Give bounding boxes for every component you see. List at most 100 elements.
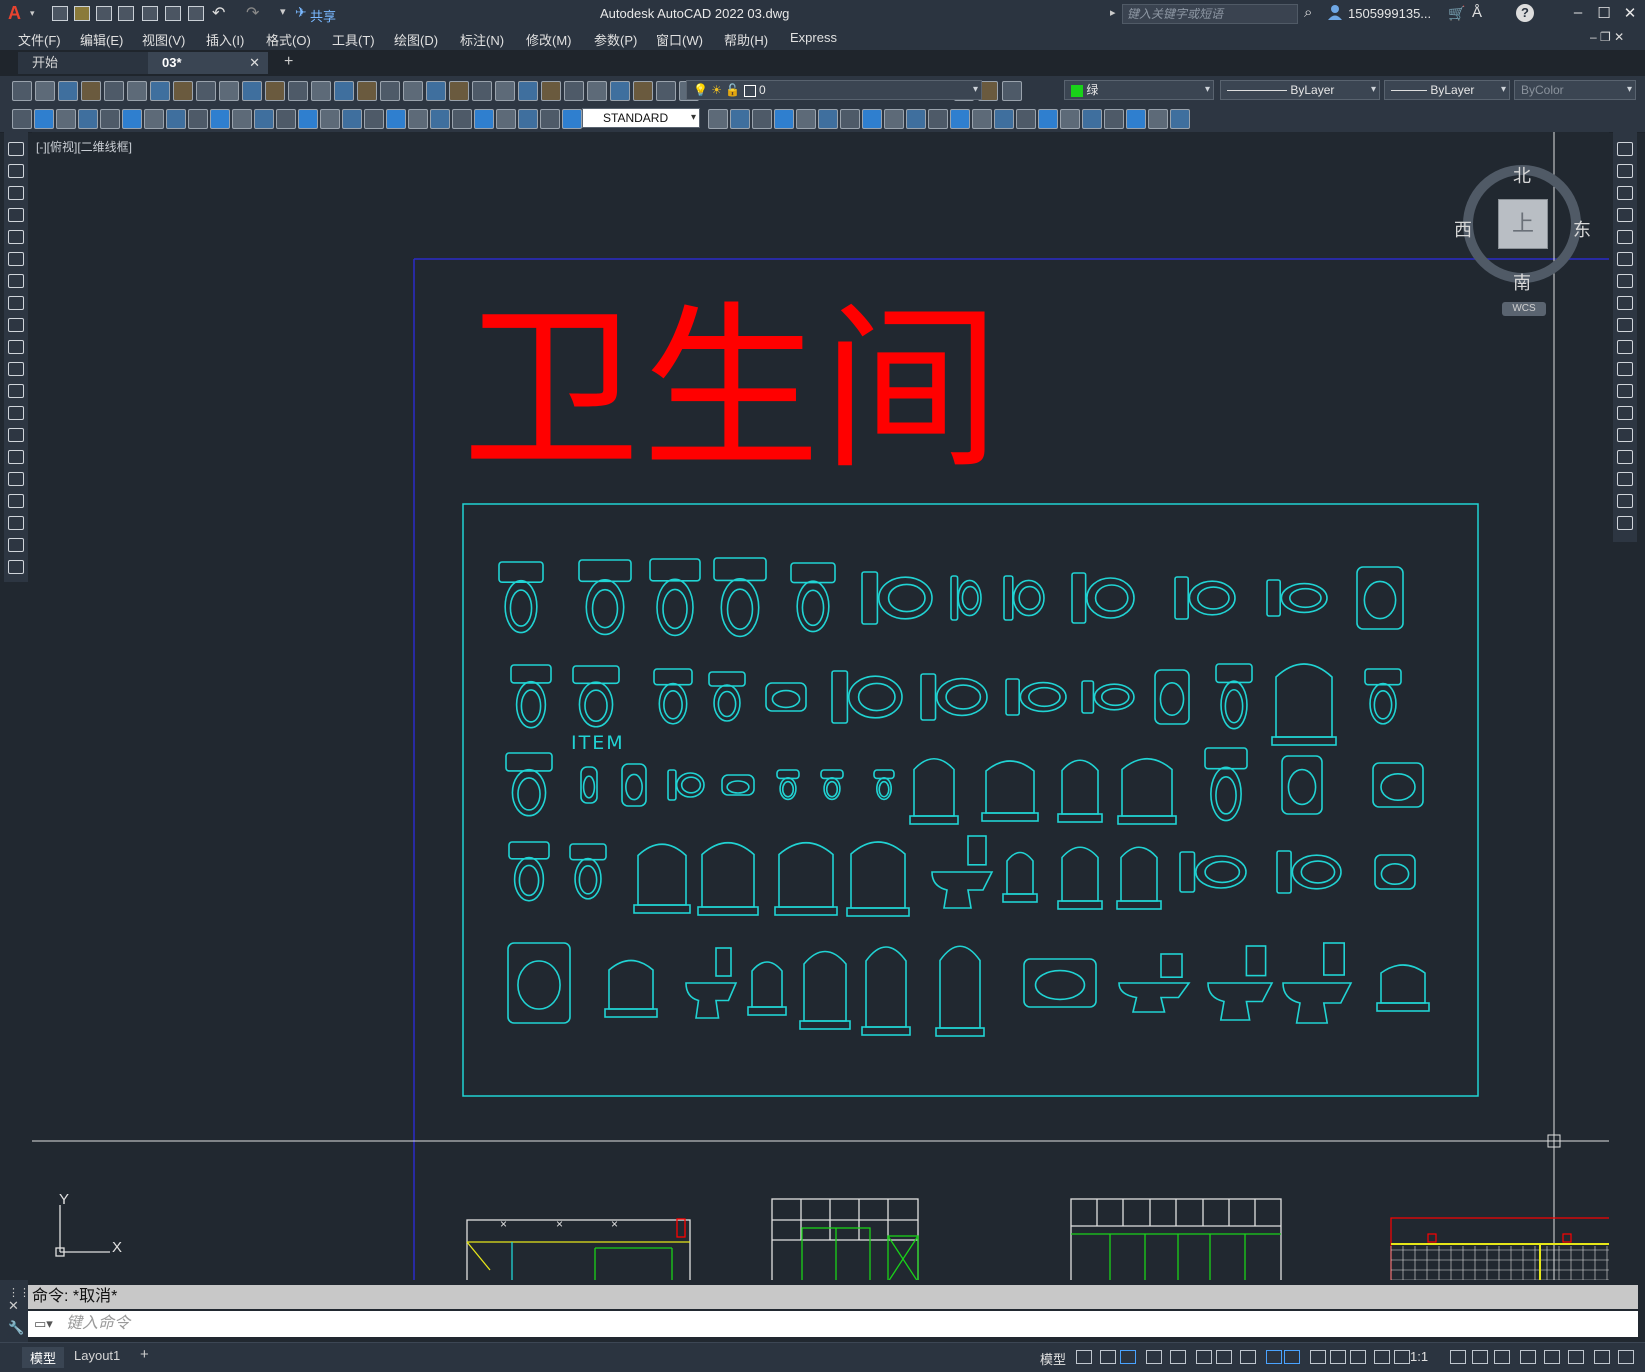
tab-layout1[interactable]: Layout1	[66, 1347, 128, 1364]
toolbar1-icon-25[interactable]	[564, 81, 584, 101]
toolbar2-icon-19[interactable]	[408, 109, 428, 129]
toolbar2-icon-14[interactable]	[298, 109, 318, 129]
toolbar2-icon-42[interactable]	[1038, 109, 1058, 129]
toolbar2-icon-7[interactable]	[144, 109, 164, 129]
publish-icon[interactable]	[142, 6, 158, 21]
toolbar1-icon-3[interactable]	[58, 81, 78, 101]
toolbar2-icon-28[interactable]	[730, 109, 750, 129]
toolbar2-icon-37[interactable]	[928, 109, 948, 129]
user-account[interactable]: 1505999135...	[1348, 6, 1431, 21]
menu-modify[interactable]: 修改(M)	[526, 30, 572, 49]
toolbar2-icon-29[interactable]	[752, 109, 772, 129]
modify-tool-icon-7[interactable]	[1617, 274, 1633, 288]
toolbar2-icon-26[interactable]	[562, 109, 582, 129]
status-toggle-icon-13[interactable]	[1350, 1350, 1366, 1364]
modify-tool-icon-8[interactable]	[1617, 296, 1633, 310]
cart-icon[interactable]: 🛒	[1448, 5, 1465, 22]
modify-tool-icon-5[interactable]	[1617, 230, 1633, 244]
toolbar1-icon-26[interactable]	[587, 81, 607, 101]
toolbar2-icon-32[interactable]	[818, 109, 838, 129]
toolbar1-icon-5[interactable]	[104, 81, 124, 101]
modify-tool-icon-12[interactable]	[1617, 384, 1633, 398]
toolbar2-icon-21[interactable]	[452, 109, 472, 129]
status-toggle-icon-23[interactable]	[1618, 1350, 1634, 1364]
status-toggle-icon-4[interactable]	[1146, 1350, 1162, 1364]
draw-tool-icon-14[interactable]	[8, 428, 24, 442]
maximize-button[interactable]: ☐	[1592, 4, 1616, 22]
app-menu-chevron-icon[interactable]: ▾	[30, 8, 35, 19]
toolbar2-icon-10[interactable]	[210, 109, 230, 129]
menu-window[interactable]: 窗口(W)	[656, 30, 703, 49]
toolbar2-icon-45[interactable]	[1104, 109, 1124, 129]
lineweight-dropdown[interactable]: ByLayer ▾	[1384, 80, 1510, 100]
color-dropdown[interactable]: 绿 ▾	[1064, 80, 1214, 100]
draw-tool-icon-20[interactable]	[8, 560, 24, 574]
annotation-scale[interactable]: 1:1	[1410, 1349, 1428, 1364]
tab-start[interactable]: 开始	[18, 52, 148, 74]
menu-format[interactable]: 格式(O)	[266, 30, 311, 49]
toolbar1-icon-1[interactable]	[12, 81, 32, 101]
status-toggle-icon-21[interactable]	[1568, 1350, 1584, 1364]
viewcube-east[interactable]: 东	[1573, 216, 1591, 242]
status-toggle-icon-9[interactable]	[1266, 1350, 1282, 1364]
menu-help[interactable]: 帮助(H)	[724, 30, 768, 49]
toolbar2-icon-43[interactable]	[1060, 109, 1080, 129]
toolbar1-icon-15[interactable]	[334, 81, 354, 101]
user-icon[interactable]	[1328, 4, 1342, 20]
draw-tool-icon-12[interactable]	[8, 384, 24, 398]
draw-tool-icon-9[interactable]	[8, 318, 24, 332]
status-toggle-icon-20[interactable]	[1544, 1350, 1560, 1364]
toolbar1-icon-12[interactable]	[265, 81, 285, 101]
drawing-area[interactable]: × × × 卫生间 ITEM Y X 上 北 南 西 东 WCS	[32, 132, 1609, 1280]
toolbar2-icon-3[interactable]	[56, 109, 76, 129]
toolbar2-icon-27[interactable]	[708, 109, 728, 129]
toolbar2-icon-40[interactable]	[994, 109, 1014, 129]
menu-parametric[interactable]: 参数(P)	[594, 30, 637, 49]
minimize-button[interactable]: ‒	[1566, 4, 1590, 21]
menu-dimension[interactable]: 标注(N)	[460, 30, 504, 49]
status-toggle-icon-11[interactable]	[1310, 1350, 1326, 1364]
modify-tool-icon-4[interactable]	[1617, 208, 1633, 222]
viewcube-south[interactable]: 南	[1513, 269, 1531, 295]
modify-tool-icon-2[interactable]	[1617, 164, 1633, 178]
status-toggle-icon-7[interactable]	[1216, 1350, 1232, 1364]
draw-tool-icon-15[interactable]	[8, 450, 24, 464]
toolbar2-icon-33[interactable]	[840, 109, 860, 129]
toolbar1-icon-14[interactable]	[311, 81, 331, 101]
toolbar2-icon-8[interactable]	[166, 109, 186, 129]
draw-tool-icon-6[interactable]	[8, 252, 24, 266]
modify-tool-icon-14[interactable]	[1617, 428, 1633, 442]
customize-icon[interactable]: 🔧	[8, 1320, 24, 1336]
toolbar2-icon-12[interactable]	[254, 109, 274, 129]
status-toggle-icon-5[interactable]	[1170, 1350, 1186, 1364]
toolbar2-icon-17[interactable]	[364, 109, 384, 129]
toolbar1-icon-19[interactable]	[426, 81, 446, 101]
toolbar2-icon-25[interactable]	[540, 109, 560, 129]
toolbar2-icon-6[interactable]	[122, 109, 142, 129]
toolbar1-icon-13[interactable]	[288, 81, 308, 101]
viewport-controls[interactable]: [-][俯视][二维线框]	[36, 138, 132, 155]
toolbar2-icon-31[interactable]	[796, 109, 816, 129]
command-input[interactable]: 键入命令	[28, 1311, 1638, 1337]
linetype-dropdown[interactable]: ByLayer ▾	[1220, 80, 1380, 100]
model-space-button[interactable]: 模型	[1040, 1349, 1066, 1368]
open-icon[interactable]	[74, 6, 90, 21]
status-toggle-icon-18[interactable]	[1494, 1350, 1510, 1364]
draw-tool-icon-7[interactable]	[8, 274, 24, 288]
toolbar1-icon-7[interactable]	[150, 81, 170, 101]
toolbar2-icon-1[interactable]	[12, 109, 32, 129]
modify-tool-icon-13[interactable]	[1617, 406, 1633, 420]
draw-tool-icon-18[interactable]	[8, 516, 24, 530]
toolbar2-icon-23[interactable]	[496, 109, 516, 129]
status-toggle-icon-22[interactable]	[1594, 1350, 1610, 1364]
toolbar1-icon-20[interactable]	[449, 81, 469, 101]
modify-tool-icon-15[interactable]	[1617, 450, 1633, 464]
toolbar1-icon-28[interactable]	[633, 81, 653, 101]
modify-tool-icon-10[interactable]	[1617, 340, 1633, 354]
draw-tool-icon-8[interactable]	[8, 296, 24, 310]
close-command-icon[interactable]: ✕	[8, 1298, 19, 1314]
toolbar1-icon-17[interactable]	[380, 81, 400, 101]
undo-icon[interactable]: ↶	[212, 3, 225, 23]
toolbar2-icon-2[interactable]	[34, 109, 54, 129]
status-toggle-icon-2[interactable]	[1100, 1350, 1116, 1364]
